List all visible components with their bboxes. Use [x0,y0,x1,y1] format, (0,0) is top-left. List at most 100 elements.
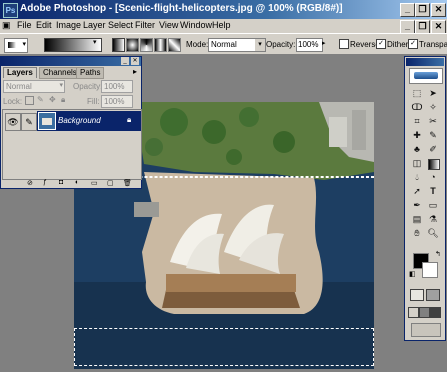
lock-label: Lock: [3,97,23,106]
fill-field[interactable]: 100% [101,95,133,108]
notes-tool-icon[interactable]: ▤ [410,213,424,225]
opacity-arrow-icon[interactable]: ▸ [322,39,326,47]
layer-opacity-label: Opacity: [73,82,103,91]
lock-pixels-icon[interactable]: ✎ [37,95,44,104]
history-brush-tool-icon[interactable]: ✐ [426,143,440,155]
lock-all-icon[interactable]: 🔒︎ [61,95,65,105]
minimize-button[interactable]: _ [400,3,415,17]
menu-filter[interactable]: Filter [135,20,155,30]
crop-tool-icon[interactable]: ⌗ [410,115,424,127]
standard-mode-icon[interactable] [410,289,424,301]
adjustment-layer-icon[interactable]: ◐ [75,179,79,186]
move-tool-icon[interactable]: ➤ [426,87,440,99]
menu-image[interactable]: Image [56,20,81,30]
chevron-down-icon: ▾ [59,82,63,89]
reflected-gradient-button[interactable] [154,38,167,52]
menu-view[interactable]: View [159,20,178,30]
background-color-swatch[interactable] [422,262,438,278]
new-layer-icon[interactable]: ▢ [107,179,114,187]
menu-edit[interactable]: Edit [36,20,52,30]
eraser-tool-icon[interactable]: ◫ [410,157,424,169]
screen-mode-standard-icon[interactable] [408,307,419,318]
selection-marquee-bottom [74,328,374,366]
layer-name: Background [58,116,101,125]
menu-bar: ▣ File Edit Image Layer Select Filter Vi… [0,19,447,34]
layer-style-icon[interactable]: ƒ [43,179,47,186]
marquee-tool-icon[interactable]: ⬚ [410,87,424,99]
link-layers-icon[interactable]: ⊘ [27,179,33,187]
default-colors-icon[interactable]: ◧ [409,270,416,278]
path-selection-tool-icon[interactable]: ➚ [410,185,424,197]
doc-restore-button[interactable]: ❐ [415,20,430,34]
screen-mode-full-icon[interactable] [430,307,441,318]
doc-close-button[interactable]: ✕ [431,20,446,34]
adobe-online-icon[interactable] [409,68,443,84]
blur-tool-icon[interactable]: 💧︎ [410,171,424,183]
layer-opacity-field[interactable]: 100% [101,80,133,93]
tab-layers[interactable]: Layers [3,67,37,78]
diamond-gradient-button[interactable] [168,38,181,52]
options-bar: ▾ ▾ Mode: Normal ▾ Opacity: 100% ▸ Rever… [0,33,447,55]
gradient-tool-icon[interactable] [428,159,440,170]
zoom-tool-icon[interactable]: 🔍︎ [426,227,440,239]
tab-channels[interactable]: Channels [39,67,81,79]
hand-tool-icon[interactable]: ✋︎ [410,227,424,239]
menu-layer[interactable]: Layer [83,20,106,30]
close-button[interactable]: ✕ [431,3,446,17]
opacity-value: 100% [298,40,319,49]
palette-menu-icon[interactable]: ▸ [133,67,137,76]
blend-mode-select[interactable]: Normal ▾ [3,80,65,93]
fill-value: 100% [104,97,125,106]
dodge-tool-icon[interactable]: ◔ [426,171,440,183]
shape-tool-icon[interactable]: ▭ [426,199,440,211]
eyedropper-tool-icon[interactable]: ⚗ [426,213,440,225]
quick-mask-mode-icon[interactable] [426,289,440,301]
mode-select[interactable]: Normal ▾ [208,38,266,52]
reverse-checkbox[interactable] [339,39,349,49]
screen-mode-full-menu-icon[interactable] [419,307,430,318]
pen-tool-icon[interactable]: ✒ [410,199,424,211]
healing-brush-tool-icon[interactable]: ✚ [410,129,424,141]
layers-list: 👁︎ ✎ Background 🔒︎ [2,109,142,180]
palette-title-bar[interactable]: _ ✕ [1,57,141,66]
photoshop-app-icon[interactable]: Ps [3,3,18,18]
tab-paths[interactable]: Paths [76,67,105,79]
dither-checkbox[interactable]: ✓ [376,39,386,49]
menu-file[interactable]: File [17,20,32,30]
slice-tool-icon[interactable]: ✂ [426,115,440,127]
opera-house-podium [166,274,296,292]
type-tool-icon[interactable]: T [426,185,440,197]
toolbox-title-bar[interactable] [406,58,444,66]
clone-stamp-tool-icon[interactable]: ♣ [410,143,424,155]
imageready-jump-icon[interactable] [411,323,441,337]
angle-gradient-button[interactable] [140,38,153,52]
opera-house-base [162,290,300,308]
brush-icon[interactable]: ✎ [21,113,37,131]
chevron-down-icon[interactable]: ▾ [93,38,97,46]
layer-row[interactable]: 👁︎ ✎ Background 🔒︎ [3,110,141,132]
swap-colors-icon[interactable]: ↰ [435,250,441,258]
palette-minimize-button[interactable]: _ [121,57,129,65]
trash-icon[interactable]: 🗑︎ [123,179,132,187]
lock-position-icon[interactable]: ✥ [49,95,56,104]
menu-select[interactable]: Select [108,20,133,30]
magic-wand-tool-icon[interactable]: ✧ [426,101,440,113]
lasso-tool-icon[interactable]: ↀ [410,101,424,113]
title-bar: Ps Adobe Photoshop - [Scenic-flight-heli… [0,0,447,19]
new-group-icon[interactable]: ▭ [91,179,98,187]
menu-help[interactable]: Help [212,20,231,30]
eye-icon[interactable]: 👁︎ [5,113,21,131]
lock-transparent-icon[interactable] [25,96,34,105]
transparency-checkbox[interactable]: ✓ [408,39,418,49]
layer-mask-icon[interactable]: ◘ [59,179,63,186]
menu-window[interactable]: Window [180,20,212,30]
palette-close-button[interactable]: ✕ [131,57,139,65]
menu-icon[interactable]: ▣ [2,20,11,31]
opacity-field[interactable]: 100% [296,38,323,52]
doc-minimize-button[interactable]: _ [400,20,415,34]
linear-gradient-button[interactable] [112,38,125,52]
brush-tool-icon[interactable]: ✎ [426,129,440,141]
restore-button[interactable]: ❐ [415,3,430,17]
tool-preset-picker[interactable]: ▾ [4,38,28,53]
radial-gradient-button[interactable] [126,38,139,52]
